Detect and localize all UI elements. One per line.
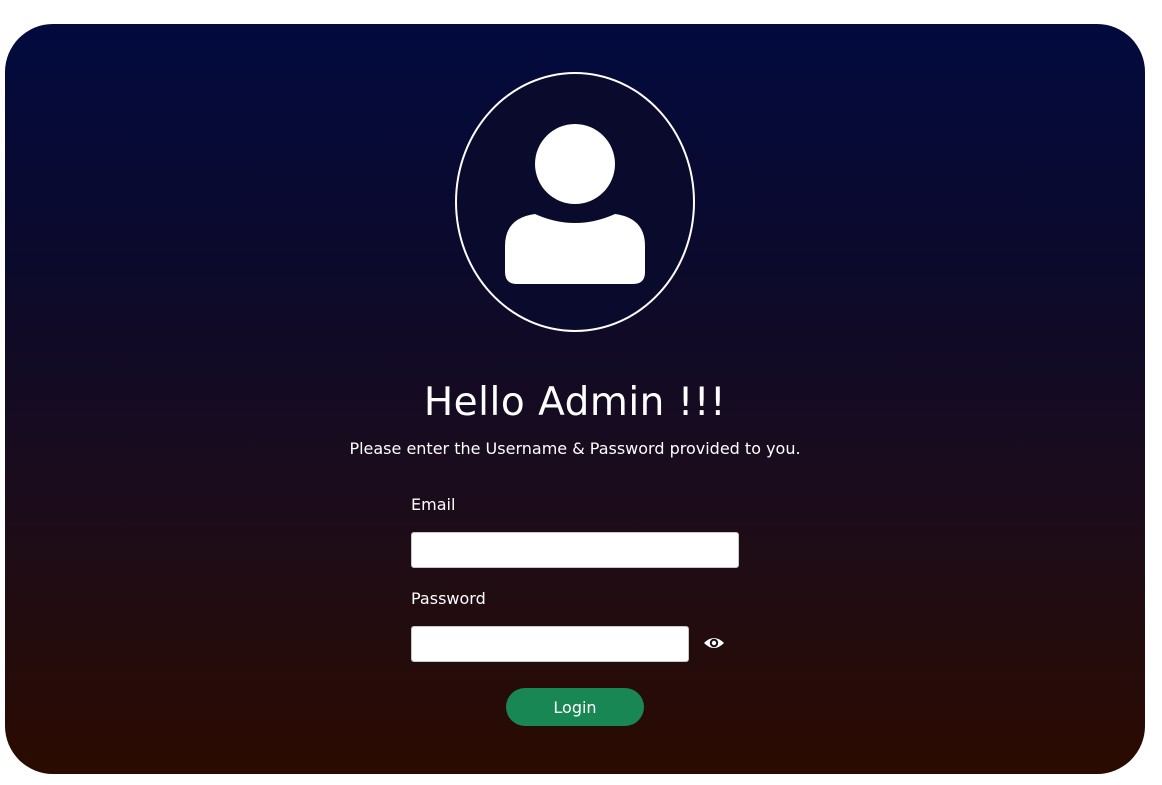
login-card: Hello Admin !!! Please enter the Usernam… <box>5 24 1145 774</box>
user-icon <box>505 124 645 284</box>
page-title: Hello Admin !!! <box>423 380 727 425</box>
avatar <box>455 72 695 332</box>
page-subtitle: Please enter the Username & Password pro… <box>349 439 801 458</box>
password-field[interactable] <box>411 626 689 662</box>
login-button[interactable]: Login <box>506 688 644 726</box>
eye-icon[interactable] <box>703 632 725 654</box>
email-label: Email <box>411 495 456 514</box>
password-label: Password <box>411 589 486 608</box>
email-field[interactable] <box>411 532 739 568</box>
